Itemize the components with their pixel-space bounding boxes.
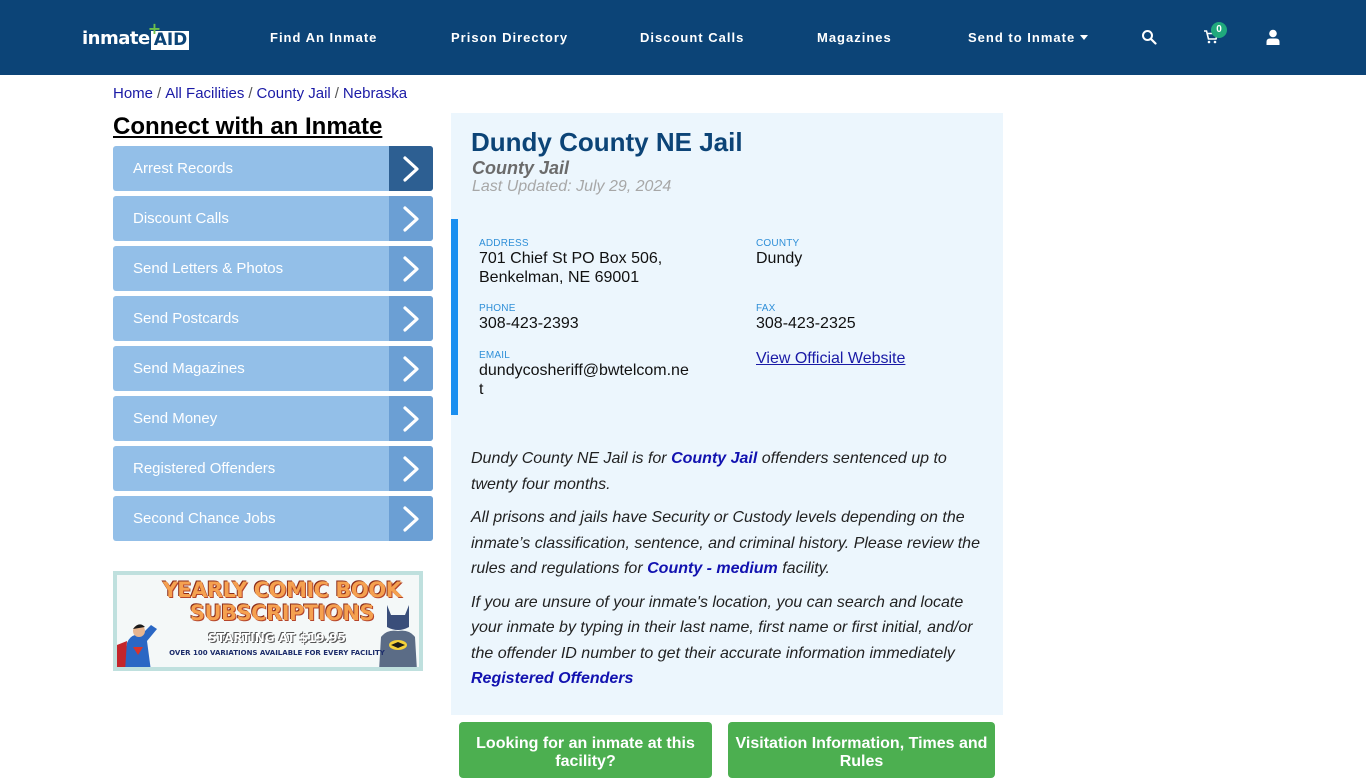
phone-field: PHONE 308-423-2393 [479, 303, 579, 333]
chevron-right-icon [389, 146, 433, 191]
facility-card: Dundy County NE Jail County Jail Last Up… [451, 113, 1003, 715]
nav-magazines[interactable]: Magazines [817, 0, 892, 75]
visitation-info-button[interactable]: Visitation Information, Times and Rules [728, 722, 995, 778]
connect-menu: Arrest Records Discount Calls Send Lette… [113, 146, 433, 546]
chevron-right-icon [389, 346, 433, 391]
email-label: EMAIL [479, 350, 511, 361]
logo-accent: + AID [147, 19, 190, 50]
menu-item-send-magazines[interactable]: Send Magazines [113, 346, 433, 391]
address-field: ADDRESS 701 Chief St PO Box 506, Benkelm… [479, 238, 662, 287]
phone-label: PHONE [479, 303, 516, 314]
address-label: ADDRESS [479, 238, 529, 249]
facility-type: County Jail [472, 158, 570, 178]
county-jail-link[interactable]: County Jail [671, 450, 757, 467]
chevron-right-icon [389, 196, 433, 241]
nav-discount-calls[interactable]: Discount Calls [640, 0, 744, 75]
breadcrumb-separator: / [334, 85, 339, 102]
county-label: COUNTY [756, 238, 800, 249]
address-line-2: Benkelman, NE 69001 [479, 269, 640, 286]
official-website-link[interactable]: View Official Website [756, 350, 905, 367]
menu-item-send-postcards[interactable]: Send Postcards [113, 296, 433, 341]
facility-description: Dundy County NE Jail is for County Jail … [471, 446, 986, 700]
fax-label: FAX [756, 303, 776, 314]
county-value: Dundy [756, 250, 803, 267]
connect-heading: Connect with an Inmate [113, 113, 383, 140]
logo-text: inmate [82, 28, 150, 49]
menu-item-discount-calls[interactable]: Discount Calls [113, 196, 433, 241]
breadcrumb-all-facilities[interactable]: All Facilities [165, 85, 244, 102]
fax-value: 308-423-2325 [756, 315, 856, 332]
search-icon [1142, 30, 1157, 45]
breadcrumb-home[interactable]: Home [113, 85, 153, 102]
facility-name: Dundy County NE Jail [471, 127, 743, 157]
address-line-1: 701 Chief St PO Box 506, [479, 250, 663, 267]
chevron-right-icon [389, 296, 433, 341]
county-field: COUNTY Dundy [756, 238, 802, 268]
breadcrumb-nebraska[interactable]: Nebraska [343, 85, 407, 102]
top-navbar: inmate + AID Find An Inmate Prison Direct… [0, 0, 1366, 75]
chevron-right-icon [389, 496, 433, 541]
registered-offenders-link[interactable]: Registered Offenders [471, 670, 633, 687]
logo-plus-icon: + [147, 19, 162, 38]
county-medium-link[interactable]: County - medium [647, 560, 778, 577]
breadcrumb-county-jail[interactable]: County Jail [257, 85, 331, 102]
menu-item-send-money[interactable]: Send Money [113, 396, 433, 441]
website-field: View Official Website [756, 350, 905, 368]
breadcrumb-separator: / [248, 85, 253, 102]
menu-item-second-chance-jobs[interactable]: Second Chance Jobs [113, 496, 433, 541]
cart-count-badge: 0 [1211, 22, 1227, 38]
comic-subscription-banner[interactable]: YEARLY COMIC BOOK SUBSCRIPTIONS STARTING… [113, 571, 423, 671]
caret-down-icon [1080, 35, 1089, 40]
user-icon [1266, 29, 1280, 45]
nav-prison-directory[interactable]: Prison Directory [451, 0, 568, 75]
chevron-right-icon [389, 446, 433, 491]
chevron-right-icon [389, 246, 433, 291]
search-button[interactable] [1138, 26, 1160, 48]
chevron-right-icon [389, 396, 433, 441]
breadcrumb: Home / All Facilities / County Jail / Nebraska [113, 85, 407, 102]
menu-item-registered-offenders[interactable]: Registered Offenders [113, 446, 433, 491]
account-button[interactable] [1262, 26, 1284, 48]
last-updated: Last Updated: July 29, 2024 [472, 178, 672, 195]
banner-headline: YEARLY COMIC BOOK SUBSCRIPTIONS [162, 578, 402, 625]
email-line-2: t [479, 381, 484, 398]
description-paragraph: All prisons and jails have Security or C… [471, 509, 980, 577]
banner-subtext: OVER 100 VARIATIONS AVAILABLE FOR EVERY … [169, 649, 385, 657]
description-paragraph: Dundy County NE Jail is for County Jail … [471, 450, 947, 493]
email-field: EMAIL dundycosheriff@bwtelcom.ne t [479, 350, 689, 399]
menu-item-arrest-records[interactable]: Arrest Records [113, 146, 433, 191]
fax-field: FAX 308-423-2325 [756, 303, 856, 333]
site-logo[interactable]: inmate + AID [82, 19, 190, 50]
nav-find-an-inmate[interactable]: Find An Inmate [270, 0, 377, 75]
phone-value: 308-423-2393 [479, 315, 579, 332]
find-inmate-button[interactable]: Looking for an inmate at this facility? [459, 722, 712, 778]
menu-item-send-letters-photos[interactable]: Send Letters & Photos [113, 246, 433, 291]
banner-price: STARTING AT $19.95 [208, 631, 346, 645]
email-line-1: dundycosheriff@bwtelcom.ne [479, 362, 689, 379]
breadcrumb-separator: / [157, 85, 162, 102]
nav-send-to-inmate[interactable]: Send to Inmate [968, 0, 1089, 75]
description-paragraph: If you are unsure of your inmate's locat… [471, 593, 973, 688]
facility-contact-info: ADDRESS 701 Chief St PO Box 506, Benkelm… [451, 219, 1003, 415]
